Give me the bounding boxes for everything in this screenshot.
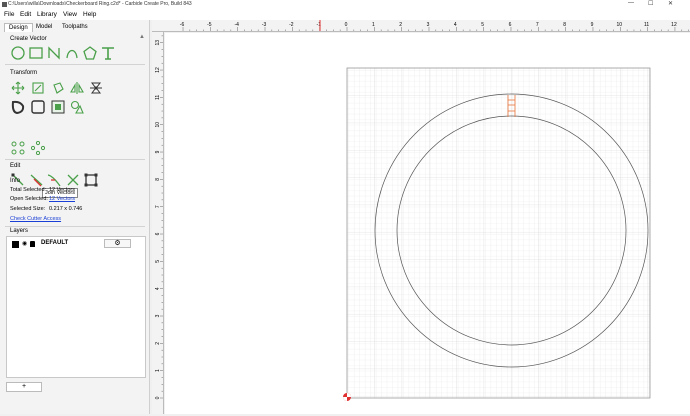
panel-collapse-icon[interactable]: ▲ [139, 34, 145, 40]
tab-toolpaths[interactable]: Toolpaths [58, 23, 92, 31]
check-cutter-access-link[interactable]: Check Cutter Access [10, 216, 61, 222]
stock-grid [346, 67, 651, 399]
boolean-union-icon[interactable] [31, 100, 45, 114]
polyline-tool-icon[interactable] [47, 46, 61, 60]
menu-view[interactable]: View [63, 11, 77, 18]
window-title: C:\Users\willa\Downloads\Checkerboard Ri… [8, 1, 192, 7]
scale-tool-icon[interactable] [31, 81, 45, 95]
horizontal-ruler: -6 -5 -4 -3 -2 -1 0 1 2 3 4 5 6 7 8 9 10 11 12 [152, 20, 690, 32]
layers-heading: Layers [10, 228, 29, 234]
rotate-tool-icon[interactable] [51, 81, 65, 95]
visibility-eye-icon[interactable]: ◉ [22, 240, 27, 247]
delete-vectors-icon[interactable] [66, 173, 80, 187]
ruler-x-tick-label: 12 [671, 22, 677, 28]
boolean-intersect-icon[interactable] [70, 100, 84, 114]
layer-row[interactable]: ◉ DEFAULT ⚙ [9, 239, 143, 249]
offset-tool-icon[interactable] [11, 100, 25, 114]
app-icon [2, 2, 7, 7]
menu-edit[interactable]: Edit [20, 11, 31, 18]
vertical-ruler: 131211109876543210 [152, 32, 164, 414]
total-selected-value: 12 Vectors [49, 187, 75, 193]
text-tool-icon[interactable] [101, 46, 115, 60]
canvas-svg[interactable] [165, 33, 690, 414]
mirror-tool-icon[interactable] [70, 81, 84, 95]
selected-size-label: Selected Size: [10, 206, 46, 212]
ruler-x-tick-label: -3 [262, 22, 267, 28]
layer-name[interactable]: DEFAULT [41, 240, 68, 246]
menu-bar: File Edit Library View Help [0, 10, 690, 20]
menu-file[interactable]: File [4, 11, 14, 18]
ruler-x-tick-label: -2 [289, 22, 294, 28]
create-vector-heading: Create Vector [10, 36, 47, 42]
info-heading: Info [10, 178, 21, 184]
align-tool-icon[interactable] [89, 81, 103, 95]
total-selected-label: Total Selected: [10, 187, 47, 193]
title-bar: C:\Users\willa\Downloads\Checkerboard Ri… [0, 0, 690, 10]
circle-tool-icon[interactable] [11, 46, 25, 60]
divider [5, 159, 145, 160]
layers-list: ◉ DEFAULT ⚙ [6, 236, 146, 378]
tab-design[interactable]: Design [4, 23, 33, 32]
close-window-button[interactable]: ✕ [668, 0, 673, 7]
maximize-button[interactable]: ☐ [648, 0, 653, 7]
add-layer-button[interactable]: + [6, 382, 42, 392]
edit-heading: Edit [10, 163, 21, 169]
ruler-x-tick-label: -4 [234, 22, 239, 28]
origin-marker-icon [343, 393, 351, 401]
boolean-subtract-icon[interactable] [51, 100, 65, 114]
ruler-x-tick-label: 10 [617, 22, 623, 28]
transform-heading: Transform [10, 70, 38, 76]
lock-icon[interactable] [30, 241, 35, 247]
move-tool-icon[interactable] [11, 81, 25, 95]
menu-library[interactable]: Library [37, 11, 57, 18]
layer-settings-gear-icon[interactable]: ⚙ [104, 239, 131, 248]
curve-tool-icon[interactable] [65, 46, 79, 60]
open-selected-link[interactable]: 12 Vectors [49, 196, 75, 202]
open-selected-label: Open Selected: [10, 196, 48, 202]
bounding-box-icon[interactable] [84, 173, 98, 187]
polygon-tool-icon[interactable] [83, 46, 97, 60]
divider [5, 226, 145, 227]
menu-help[interactable]: Help [83, 11, 96, 18]
ruler-x-tick-label: -6 [180, 22, 185, 28]
divider [5, 64, 145, 65]
ruler-x-tick-label: 11 [644, 22, 649, 28]
tab-model[interactable]: Model [32, 23, 56, 31]
minimize-button[interactable]: — [628, 0, 634, 6]
selected-size-value: 0.217 x 0.746 [49, 206, 83, 212]
trim-vectors-icon[interactable] [29, 173, 43, 187]
circular-array-icon[interactable] [31, 141, 45, 155]
rectangle-tool-icon[interactable] [29, 46, 43, 60]
design-canvas[interactable] [165, 33, 690, 414]
ruler-x-tick-label: -5 [207, 22, 212, 28]
layer-color-swatch[interactable] [12, 241, 19, 248]
array-tool-icon[interactable] [11, 141, 25, 155]
join-vectors-icon[interactable] [47, 173, 61, 187]
